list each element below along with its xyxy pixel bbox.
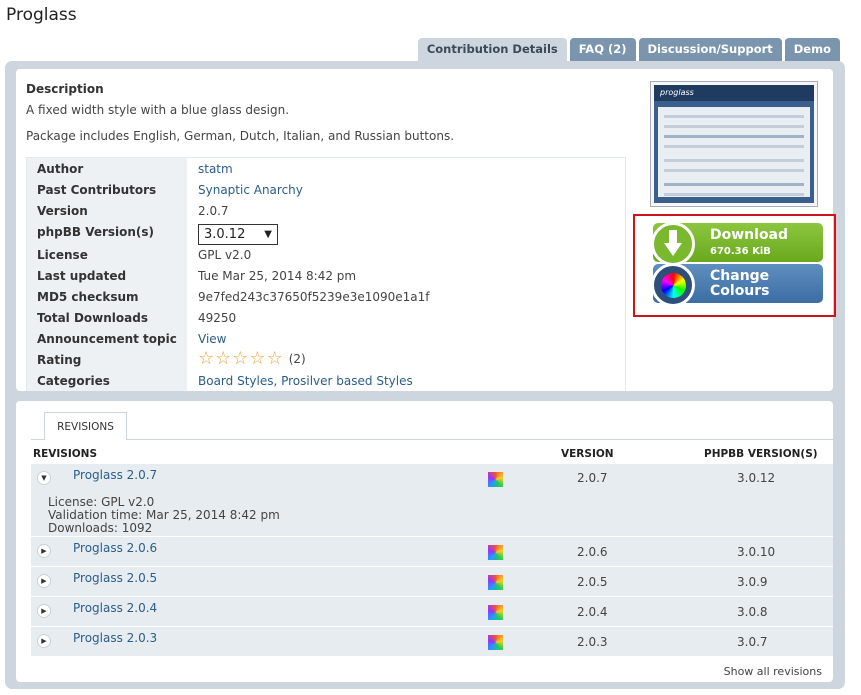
star-icon[interactable]: ☆ — [232, 350, 248, 368]
categories-label: Categories — [37, 374, 110, 388]
col-version: VERSION — [561, 448, 614, 460]
col-revisions: REVISIONS — [33, 448, 98, 460]
download-button[interactable]: Download 670.36 KiB — [651, 222, 823, 266]
expand-icon[interactable]: ▶ — [37, 544, 51, 558]
author-label: Author — [37, 162, 84, 176]
tab-faq[interactable]: FAQ (2) — [569, 38, 636, 61]
revisions-panel: REVISIONS REVISIONS VERSION PHPBB VERSIO… — [16, 401, 833, 682]
download-highlight-box: Download 670.36 KiB Change Colours — [633, 214, 836, 317]
license-label: License — [37, 248, 88, 262]
download-arrow-icon — [651, 222, 695, 266]
announcement-link[interactable]: View — [198, 332, 226, 346]
star-icon[interactable]: ☆ — [249, 350, 265, 368]
revision-phpbb: 3.0.9 — [737, 575, 768, 589]
expand-icon[interactable]: ▶ — [37, 634, 51, 648]
change-colours-line1: Change — [710, 268, 770, 284]
style-screenshot-thumbnail[interactable]: proglass — [650, 81, 818, 207]
version-value: 2.0.7 — [198, 204, 229, 218]
last-updated-label: Last updated — [37, 269, 127, 283]
revision-phpbb: 3.0.12 — [737, 471, 776, 485]
change-colours-line2: Colours — [710, 283, 770, 299]
rating-stars: ☆ ☆ ☆ ☆ ☆ (2) — [198, 350, 306, 368]
page-title: Proglass — [6, 5, 77, 25]
thumbnail-image: proglass — [654, 85, 814, 203]
thumbnail-logo: proglass — [660, 88, 694, 97]
color-palette-icon[interactable] — [488, 545, 503, 560]
description-text: A fixed width style with a blue glass de… — [26, 103, 290, 117]
revision-version: 2.0.5 — [577, 575, 608, 589]
revision-phpbb: 3.0.8 — [737, 605, 768, 619]
collapse-icon[interactable]: ▼ — [37, 471, 51, 485]
package-text: Package includes English, German, Dutch,… — [26, 129, 455, 143]
revision-version: 2.0.4 — [577, 605, 608, 619]
past-contributors-link[interactable]: Synaptic Anarchy — [198, 183, 303, 197]
revision-row[interactable]: ▶ Proglass 2.0.3 2.0.3 3.0.7 — [31, 626, 833, 656]
star-icon[interactable]: ☆ — [267, 350, 283, 368]
revisions-header: REVISIONS VERSION PHPBB VERSION(S) — [31, 448, 833, 463]
color-palette-icon[interactable] — [488, 472, 503, 487]
revision-name[interactable]: Proglass 2.0.3 — [73, 631, 157, 645]
categories-links[interactable]: Board Styles, Prosilver based Styles — [198, 374, 413, 388]
expand-icon[interactable]: ▶ — [37, 574, 51, 588]
color-palette-icon[interactable] — [488, 635, 503, 650]
revision-row[interactable]: ▶ Proglass 2.0.4 2.0.4 3.0.8 — [31, 596, 833, 626]
content-frame: Description A fixed width style with a b… — [5, 61, 845, 689]
phpbb-version-label: phpBB Version(s) — [37, 225, 155, 239]
rating-label: Rating — [37, 353, 82, 367]
md5-value: 9e7fed243c37650f5239e3e1090e1a1f — [198, 290, 430, 304]
revision-version: 2.0.3 — [577, 635, 608, 649]
rating-count: (2) — [288, 352, 306, 366]
download-size: 670.36 KiB — [710, 246, 771, 257]
past-contributors-label: Past Contributors — [37, 183, 157, 197]
revision-phpbb: 3.0.10 — [737, 545, 776, 559]
author-link[interactable]: statm — [198, 162, 233, 176]
phpbb-version-value: 3.0.12 — [204, 227, 246, 242]
revision-name[interactable]: Proglass 2.0.5 — [73, 571, 157, 585]
info-table: Author statm Past Contributors Synaptic … — [26, 157, 626, 391]
last-updated-value: Tue Mar 25, 2014 8:42 pm — [198, 269, 357, 283]
revision-version: 2.0.6 — [577, 545, 608, 559]
revision-row[interactable]: ▶ Proglass 2.0.6 2.0.6 3.0.10 — [31, 536, 833, 566]
tab-discussion-support[interactable]: Discussion/Support — [638, 38, 782, 61]
description-title: Description — [26, 82, 104, 96]
star-icon[interactable]: ☆ — [215, 350, 231, 368]
star-icon[interactable]: ☆ — [198, 350, 214, 368]
download-label: Download — [710, 227, 789, 243]
tab-contribution-details[interactable]: Contribution Details — [417, 38, 567, 62]
col-phpbb: PHPBB VERSION(S) — [704, 448, 818, 460]
change-colours-button[interactable]: Change Colours — [651, 263, 823, 307]
expand-icon[interactable]: ▶ — [37, 604, 51, 618]
revision-name[interactable]: Proglass 2.0.7 — [73, 468, 157, 482]
revision-downloads: Downloads: 1092 — [48, 521, 153, 535]
dropdown-arrow-icon: ▼ — [264, 229, 272, 240]
announcement-label: Announcement topic — [37, 332, 177, 346]
details-panel: Description A fixed width style with a b… — [16, 69, 836, 391]
color-wheel-icon — [651, 263, 695, 307]
total-downloads-value: 49250 — [198, 311, 237, 325]
color-palette-icon[interactable] — [488, 575, 503, 590]
show-all-revisions-link[interactable]: Show all revisions — [724, 665, 822, 678]
revision-phpbb: 3.0.7 — [737, 635, 768, 649]
version-label: Version — [37, 204, 88, 218]
revision-version: 2.0.7 — [577, 471, 608, 485]
md5-label: MD5 checksum — [37, 290, 139, 304]
phpbb-version-select[interactable]: 3.0.12 ▼ — [198, 224, 278, 245]
revision-name[interactable]: Proglass 2.0.4 — [73, 601, 157, 615]
license-value: GPL v2.0 — [198, 248, 252, 262]
tab-bar: Contribution Details FAQ (2) Discussion/… — [417, 38, 840, 62]
total-downloads-label: Total Downloads — [37, 311, 148, 325]
color-palette-icon[interactable] — [488, 605, 503, 620]
revision-name[interactable]: Proglass 2.0.6 — [73, 541, 157, 555]
revision-row[interactable]: ▼ Proglass 2.0.7 2.0.7 3.0.12 License: G… — [31, 463, 833, 536]
tab-revisions[interactable]: REVISIONS — [44, 412, 127, 440]
tab-demo[interactable]: Demo — [784, 38, 840, 61]
revision-row[interactable]: ▶ Proglass 2.0.5 2.0.5 3.0.9 — [31, 566, 833, 596]
